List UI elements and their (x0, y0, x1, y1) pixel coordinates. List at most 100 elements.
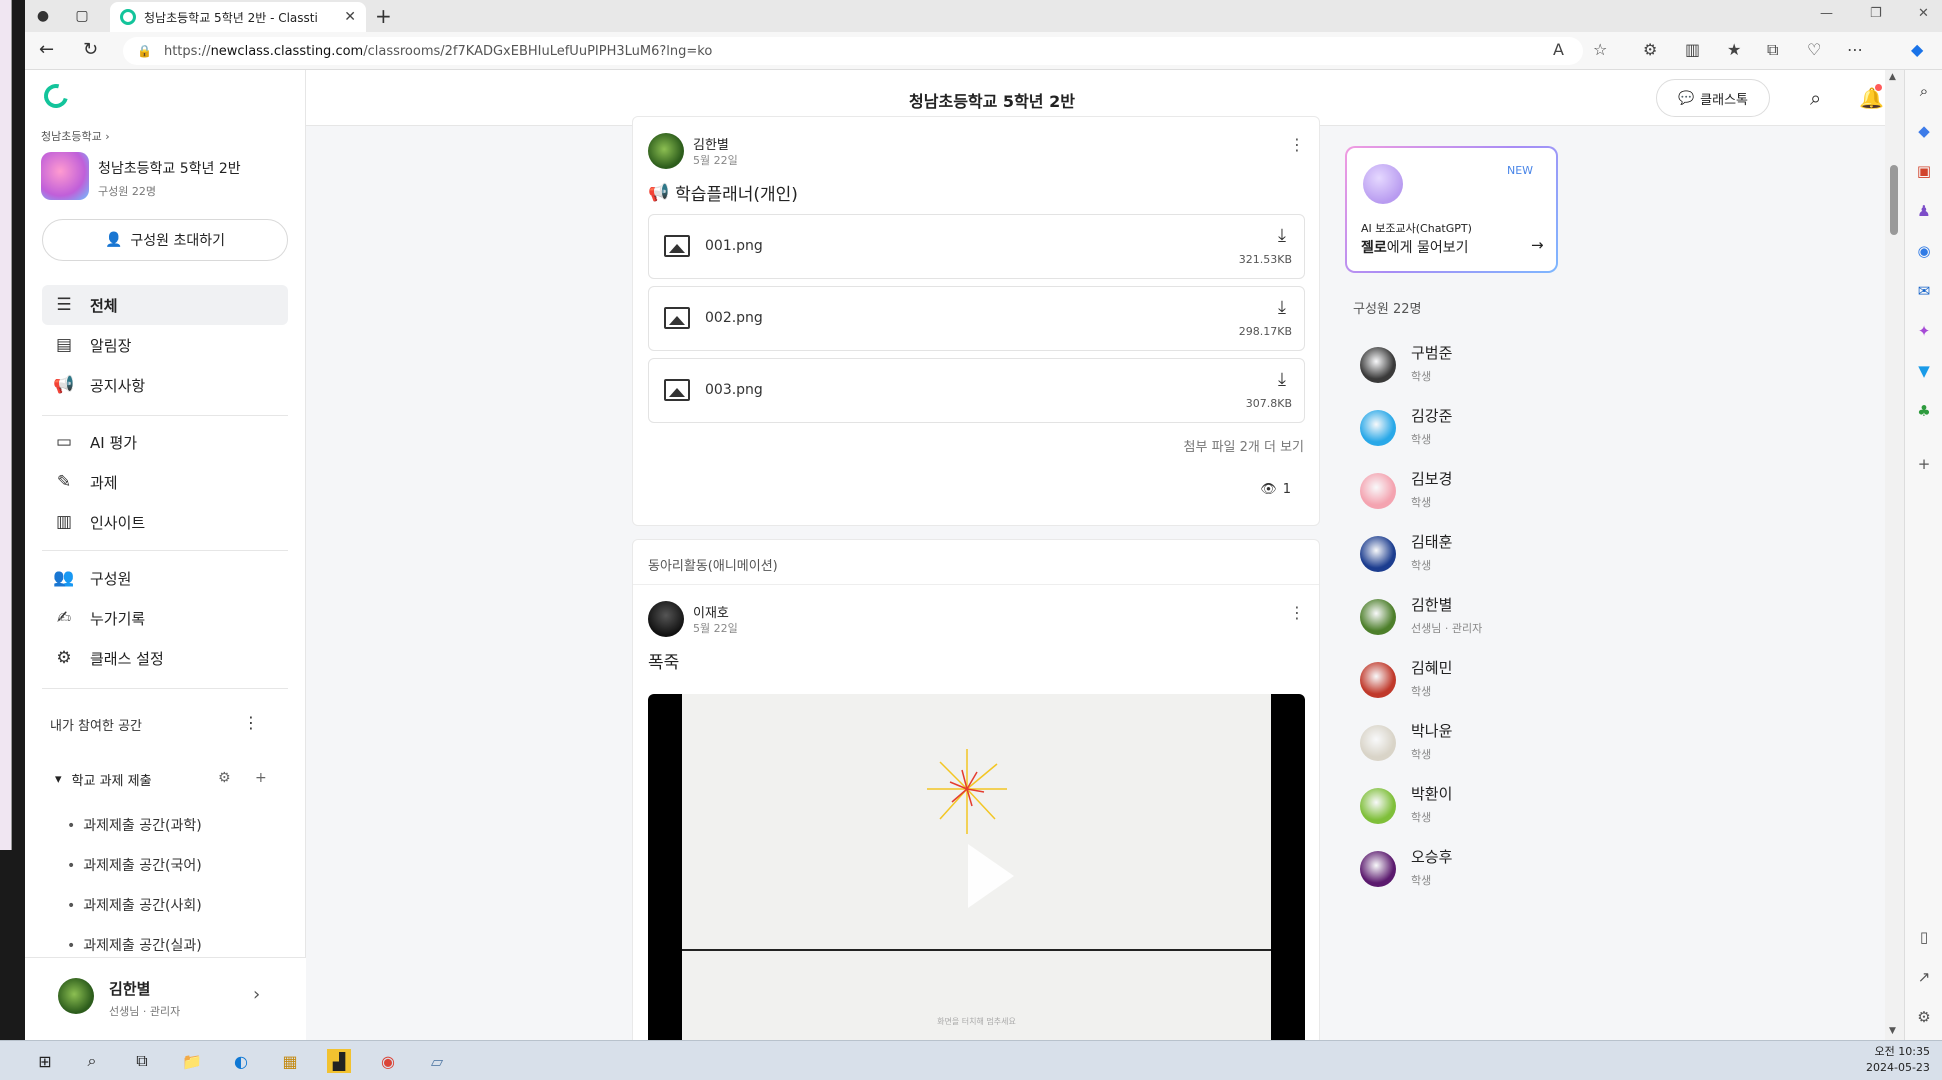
member-item[interactable]: 박환이 학생 (1360, 783, 1560, 843)
search-icon[interactable]: ⌕ (1810, 86, 1821, 110)
back-icon[interactable]: ← (39, 39, 54, 60)
profile-icon[interactable]: ● (31, 4, 55, 28)
close-tab-icon[interactable]: ✕ (344, 9, 356, 25)
browser-tab[interactable]: 청남초등학교 5학년 2반 - Classti ✕ (110, 2, 366, 32)
favorite-star-icon[interactable]: ☆ (1593, 40, 1607, 59)
search-icon[interactable]: ⌕ (80, 1049, 104, 1073)
nav-notebook[interactable]: ▤ 알림장 (42, 325, 288, 365)
add-icon[interactable]: + (1915, 455, 1933, 473)
video-player[interactable]: 화면을 터치해 멈추세요 (648, 694, 1305, 1040)
favorites-icon[interactable]: ★ (1727, 40, 1741, 59)
more-vertical-icon[interactable]: ⋮ (1289, 135, 1305, 154)
image-file-icon (664, 235, 690, 257)
chrome-icon[interactable]: ◉ (376, 1049, 400, 1073)
settings-icon[interactable]: ⚙ (1915, 1008, 1933, 1026)
invite-members-button[interactable]: 👤 구성원 초대하기 (42, 219, 288, 261)
member-item[interactable]: 김보경 학생 (1360, 468, 1560, 528)
post-space-name[interactable]: 동아리활동(애니메이션) (648, 555, 778, 574)
more-attachments-link[interactable]: 첨부 파일 2개 더 보기 (1184, 436, 1304, 455)
new-tab-icon[interactable]: + (375, 4, 392, 28)
post-author[interactable]: 이재호 (693, 602, 729, 621)
nav-records[interactable]: ✍ 누가기록 (42, 598, 288, 638)
drop-icon[interactable]: ▼ (1915, 362, 1933, 380)
task-view-icon[interactable]: ⧉ (130, 1049, 154, 1073)
close-window-icon[interactable]: ✕ (1918, 6, 1929, 21)
sticky-notes-icon[interactable]: ▟ (327, 1049, 351, 1073)
toolbox-icon[interactable]: ▣ (1915, 162, 1933, 180)
nav-assignment[interactable]: ✎ 과제 (42, 462, 288, 502)
folder-add-icon[interactable]: + (255, 770, 267, 786)
classting-logo-icon[interactable] (39, 79, 73, 113)
space-item[interactable]: 과제제출 공간(실과) (67, 935, 201, 955)
url-field[interactable]: 🔒 https://newclass.classting.com/classro… (123, 37, 1583, 65)
page-scrollbar[interactable]: ▲ ▼ (1885, 70, 1904, 1040)
attachment-file[interactable]: 003.png ⤓ 307.8KB (648, 358, 1305, 423)
browser-essentials-icon[interactable]: ♡ (1807, 40, 1821, 59)
download-icon[interactable]: ⤓ (1278, 225, 1286, 246)
classtalk-button[interactable]: 💬 클래스톡 (1656, 79, 1770, 117)
edge-browser-icon[interactable]: ◐ (229, 1049, 253, 1073)
extensions-icon[interactable]: ⚙ (1643, 40, 1657, 59)
member-item[interactable]: 김한별 선생님 · 관리자 (1360, 594, 1560, 654)
designer-icon[interactable]: ✦ (1915, 322, 1933, 340)
attachment-file[interactable]: 002.png ⤓ 298.17KB (648, 286, 1305, 351)
microsoft365-icon[interactable]: ◉ (1915, 242, 1933, 260)
download-icon[interactable]: ⤓ (1278, 297, 1286, 318)
nav-ai-eval[interactable]: ▭ AI 평가 (42, 422, 288, 462)
nav-insight[interactable]: ▥ 인사이트 (42, 502, 288, 542)
scroll-thumb[interactable] (1890, 165, 1898, 235)
split-screen-icon[interactable]: ▥ (1685, 40, 1700, 59)
space-item[interactable]: 과제제출 공간(국어) (67, 855, 201, 875)
app-icon[interactable]: ▦ (278, 1049, 302, 1073)
my-spaces-more-icon[interactable]: ⋮ (243, 713, 259, 732)
external-link-icon[interactable]: ↗ (1915, 968, 1933, 986)
member-item[interactable]: 오승후 학생 (1360, 846, 1560, 906)
reload-icon[interactable]: ↻ (83, 39, 98, 60)
nav-all[interactable]: ☰ 전체 (42, 285, 288, 325)
sidebar-panel-icon[interactable]: ▯ (1915, 928, 1933, 946)
record-icon: ✍ (56, 608, 72, 628)
search-icon[interactable]: ⌕ (1915, 82, 1933, 100)
copilot-icon[interactable]: ◆ (1911, 40, 1923, 59)
ai-assistant-card[interactable]: NEW AI 보조교사(ChatGPT) 젤로에게 물어보기 → (1345, 146, 1558, 273)
folder-school-assignments[interactable]: ▾ 학교 과제 제출 (55, 770, 152, 789)
ai-cta: 젤로에게 물어보기 (1361, 240, 1469, 256)
folder-settings-icon[interactable]: ⚙ (218, 770, 231, 786)
avatar[interactable] (648, 133, 684, 169)
member-item[interactable]: 김태훈 학생 (1360, 531, 1560, 591)
outlook-icon[interactable]: ✉ (1915, 282, 1933, 300)
download-icon[interactable]: ⤓ (1278, 369, 1286, 390)
scroll-up-icon[interactable]: ▲ (1889, 72, 1896, 82)
games-icon[interactable]: ♟ (1915, 202, 1933, 220)
nav-members[interactable]: 👥 구성원 (42, 558, 288, 598)
school-breadcrumb[interactable]: 청남초등학교 › (41, 128, 110, 144)
nav-notice[interactable]: 📢 공지사항 (42, 365, 288, 405)
read-aloud-icon[interactable]: A (1553, 40, 1564, 59)
more-vertical-icon[interactable]: ⋮ (1289, 603, 1305, 622)
nav-class-settings[interactable]: ⚙ 클래스 설정 (42, 638, 288, 678)
tree-icon[interactable]: ♣ (1915, 402, 1933, 420)
post-author[interactable]: 김한별 (693, 134, 729, 153)
current-user-card[interactable]: 김한별 선생님 · 관리자 › (25, 957, 306, 1040)
member-item[interactable]: 김강준 학생 (1360, 405, 1560, 465)
avatar[interactable] (648, 601, 684, 637)
app-window-icon[interactable]: ▱ (425, 1049, 449, 1073)
tab-actions-icon[interactable]: ▢ (70, 4, 94, 28)
play-icon[interactable] (968, 844, 1014, 908)
clock[interactable]: 오전 10:35 2024-05-23 (1866, 1044, 1930, 1076)
member-item[interactable]: 김혜민 학생 (1360, 657, 1560, 717)
space-item[interactable]: 과제제출 공간(과학) (67, 815, 201, 835)
windows-start-icon[interactable]: ⊞ (33, 1049, 57, 1073)
member-role: 선생님 · 관리자 (1411, 622, 1483, 635)
attachment-file[interactable]: 001.png ⤓ 321.53KB (648, 214, 1305, 279)
shopping-tag-icon[interactable]: ◆ (1915, 122, 1933, 140)
collections-icon[interactable]: ⧉ (1767, 40, 1778, 60)
restore-icon[interactable]: ❐ (1870, 6, 1882, 21)
space-item[interactable]: 과제제출 공간(사회) (67, 895, 201, 915)
member-item[interactable]: 박나윤 학생 (1360, 720, 1560, 780)
minimize-icon[interactable]: — (1820, 6, 1833, 21)
more-menu-icon[interactable]: ⋯ (1847, 40, 1863, 59)
file-explorer-icon[interactable]: 📁 (180, 1049, 204, 1073)
member-item[interactable]: 구범준 학생 (1360, 342, 1560, 402)
scroll-down-icon[interactable]: ▼ (1889, 1026, 1896, 1036)
